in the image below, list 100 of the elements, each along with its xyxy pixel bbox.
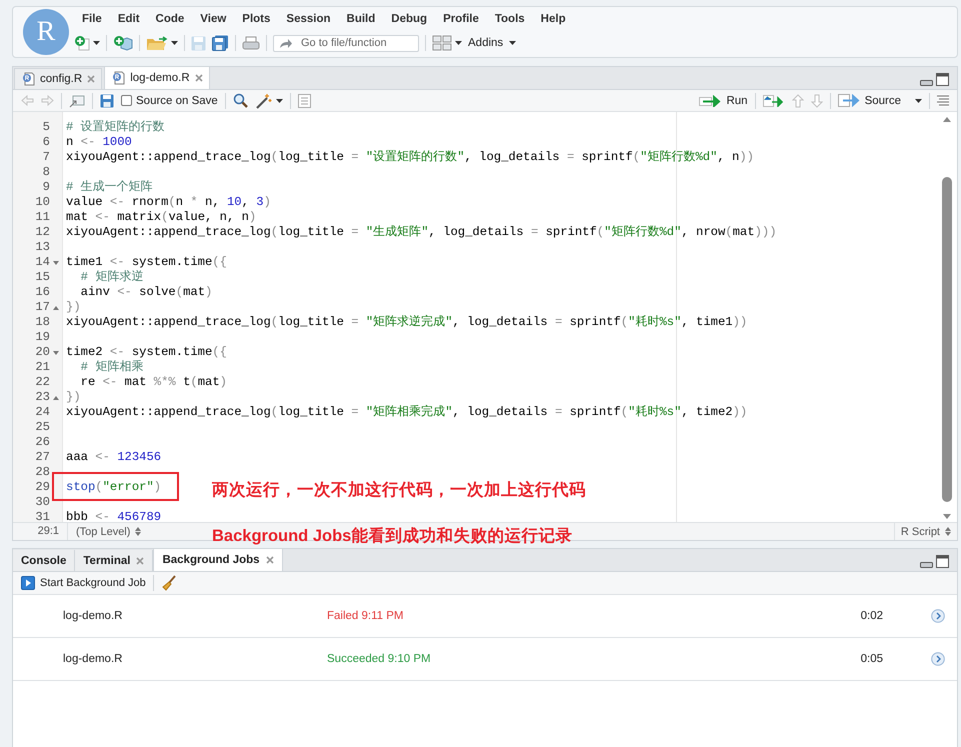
close-icon[interactable]: [194, 74, 203, 82]
line-number: 20: [34, 345, 50, 360]
code-line: aaa <- 123456: [66, 450, 162, 465]
job-duration: 0:05: [860, 653, 883, 665]
minimize-icon[interactable]: [920, 562, 933, 568]
pane-tab[interactable]: Background Jobs: [153, 549, 283, 571]
search-icon[interactable]: [232, 93, 248, 108]
line-number: 13: [34, 240, 50, 255]
code-line: }): [66, 390, 81, 405]
menu-item[interactable]: Session: [278, 13, 339, 25]
code-line: # 矩阵相乘: [80, 360, 144, 375]
fold-arrow-icon[interactable]: [53, 306, 59, 310]
editor-tab[interactable]: config.R: [14, 68, 102, 89]
r-file-icon: [22, 72, 35, 86]
scope-selector[interactable]: (Top Level): [68, 526, 142, 538]
broom-icon[interactable]: [160, 575, 177, 591]
line-number: 10: [34, 195, 50, 210]
menu-item[interactable]: Edit: [110, 13, 148, 25]
close-icon[interactable]: [87, 75, 96, 83]
line-number: 28: [34, 465, 50, 480]
pane-tab[interactable]: Console: [13, 550, 76, 571]
chevron-right-icon[interactable]: [930, 652, 944, 666]
code-line: }): [66, 300, 81, 315]
go-to-file-field[interactable]: Go to file/function: [273, 34, 419, 52]
line-number: 18: [34, 315, 50, 330]
save-icon[interactable]: [100, 94, 114, 108]
cursor-position: 29:1: [13, 523, 68, 540]
line-number: 14: [34, 255, 50, 270]
caret-icon[interactable]: [171, 41, 178, 45]
editor-tab[interactable]: log-demo.R: [104, 66, 210, 89]
menu-item[interactable]: Code: [148, 13, 192, 25]
close-icon[interactable]: [136, 556, 144, 564]
rerun-icon[interactable]: [762, 94, 785, 106]
code-line: n <- 1000: [66, 135, 132, 150]
fold-arrow-icon[interactable]: [53, 396, 59, 400]
start-job-button[interactable]: Start Background Job: [21, 576, 146, 590]
code-line: mat <- matrix(value, n, n): [66, 210, 256, 225]
code-line: stop("error"): [66, 480, 162, 495]
job-status: Succeeded 9:10 PM: [327, 653, 432, 665]
job-name: log-demo.R: [63, 610, 124, 622]
menu-item[interactable]: File: [74, 13, 110, 25]
line-number: 17: [34, 300, 50, 315]
fold-arrow-icon[interactable]: [53, 260, 59, 264]
menu-item[interactable]: Help: [532, 13, 574, 25]
menu-item[interactable]: View: [192, 13, 234, 25]
new-project-icon[interactable]: [113, 35, 133, 51]
caret-icon[interactable]: [93, 41, 100, 45]
line-number: 9: [42, 180, 50, 195]
menu-item[interactable]: Build: [338, 13, 384, 25]
maximize-icon[interactable]: [936, 73, 949, 86]
caret-icon[interactable]: [509, 41, 516, 45]
job-name: log-demo.R: [63, 653, 124, 665]
align-lines-icon[interactable]: [937, 95, 949, 106]
code-line: ainv <- solve(mat): [80, 285, 212, 300]
source-button[interactable]: Source: [838, 94, 922, 107]
magic-wand-icon[interactable]: [254, 92, 273, 108]
menu-item[interactable]: Plots: [234, 13, 278, 25]
code-line: xiyouAgent::append_trace_log(log_title = "矩阵相乘完成", log_details = sprintf("耗时%s", time2)): [66, 405, 748, 420]
code-line: xiyouAgent::append_trace_log(log_title = "设置矩阵的行数", log_details = sprintf("矩阵行数%d", n)): [66, 150, 754, 165]
line-number: 12: [34, 225, 50, 240]
job-status: Failed 9:11 PM: [327, 610, 404, 622]
menu-item[interactable]: Profile: [435, 13, 487, 25]
caret-icon[interactable]: [276, 98, 283, 102]
job-duration: 0:02: [860, 610, 883, 622]
outline-icon[interactable]: [298, 94, 311, 108]
app-logo: R: [23, 9, 69, 55]
line-number: 5: [42, 120, 50, 135]
menu-item[interactable]: Debug: [383, 13, 436, 25]
file-type-selector[interactable]: R Script: [894, 523, 957, 540]
code-line: value <- rnorm(n * n, 10, 3): [66, 195, 271, 210]
line-number: 15: [34, 270, 50, 285]
r-file-icon: [112, 71, 126, 85]
code-line: xiyouAgent::append_trace_log(log_title = "矩阵求逆完成", log_details = sprintf("耗时%s", time1)): [66, 315, 748, 330]
line-number: 16: [34, 285, 50, 300]
line-number: 11: [34, 210, 50, 225]
menu-item[interactable]: Tools: [486, 13, 533, 25]
up-down-icon[interactable]: [945, 527, 951, 536]
annotation-note: Background Jobs能看到成功和失败的运行记录: [212, 526, 572, 546]
checkbox-label[interactable]: Source on Save: [136, 94, 218, 106]
run-button[interactable]: Run: [699, 94, 748, 106]
line-number: 8: [42, 165, 50, 180]
save-all-icon[interactable]: [212, 35, 229, 51]
line-number: 22: [34, 375, 50, 390]
new-window-icon[interactable]: [69, 94, 85, 108]
print-icon[interactable]: [242, 36, 260, 50]
maximize-icon[interactable]: [936, 555, 949, 568]
up-down-icon[interactable]: [135, 527, 142, 536]
pane-tab[interactable]: Terminal: [75, 550, 154, 571]
checkbox[interactable]: [121, 95, 132, 106]
line-number: 23: [34, 390, 50, 405]
line-number: 25: [34, 420, 50, 435]
addins-menu[interactable]: Addins: [468, 37, 516, 49]
caret-icon[interactable]: [915, 98, 922, 102]
play-icon: [21, 576, 35, 590]
close-icon[interactable]: [266, 556, 274, 564]
fold-arrow-icon[interactable]: [53, 350, 59, 354]
caret-icon[interactable]: [455, 41, 462, 45]
minimize-icon[interactable]: [920, 80, 933, 86]
line-number: 26: [34, 435, 50, 450]
chevron-right-icon[interactable]: [930, 609, 944, 623]
